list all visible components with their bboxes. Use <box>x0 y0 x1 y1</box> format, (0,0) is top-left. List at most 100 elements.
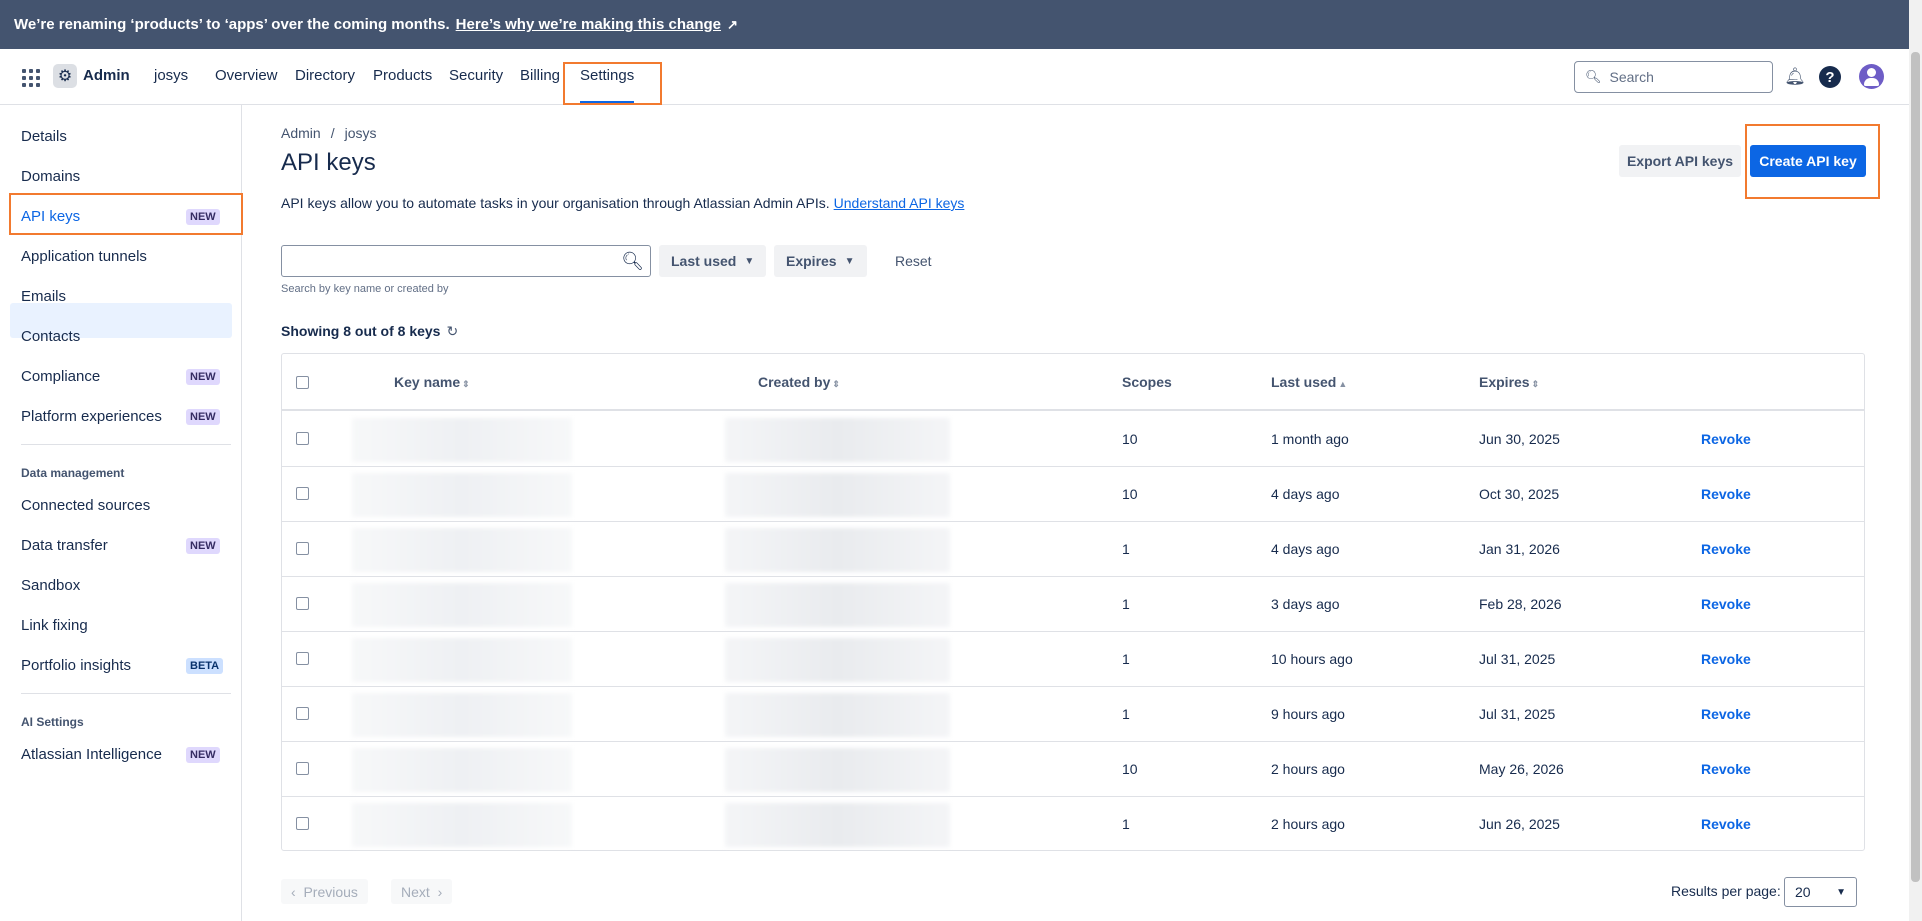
scopes-cell: 1 <box>1122 816 1130 832</box>
last-used-cell: 10 hours ago <box>1271 651 1353 667</box>
sidebar-item-details[interactable]: Details <box>21 128 67 145</box>
row-checkbox[interactable] <box>296 652 309 665</box>
sidebar-item-portfolio-insights[interactable]: Portfolio insights <box>21 657 131 674</box>
key-search-input[interactable]: 🔍︎ <box>281 245 651 277</box>
refresh-icon[interactable]: ↻ <box>446 323 458 339</box>
row-checkbox[interactable] <box>296 432 309 445</box>
revoke-link[interactable]: Revoke <box>1701 816 1751 832</box>
last-used-cell: 2 hours ago <box>1271 761 1345 777</box>
scopes-cell: 1 <box>1122 596 1130 612</box>
expires-filter[interactable]: Expires ▼ <box>774 245 867 277</box>
table-row: 1 10 hours ago Jul 31, 2025 Revoke <box>282 632 1864 687</box>
expires-cell: Jul 31, 2025 <box>1479 706 1556 722</box>
table-row: 10 4 days ago Oct 30, 2025 Revoke <box>282 467 1864 522</box>
sidebar-item-link-fixing[interactable]: Link fixing <box>21 617 88 634</box>
scopes-cell: 10 <box>1122 761 1138 777</box>
beta-badge: BETA <box>186 658 224 674</box>
understand-api-keys-link[interactable]: Understand API keys <box>834 195 965 211</box>
reset-button[interactable]: Reset <box>895 253 932 269</box>
row-checkbox[interactable] <box>296 542 309 555</box>
new-badge: NEW <box>186 538 220 554</box>
last-used-cell: 3 days ago <box>1271 596 1340 612</box>
breadcrumb-admin[interactable]: Admin <box>281 125 321 141</box>
table-row: 1 9 hours ago Jul 31, 2025 Revoke <box>282 687 1864 742</box>
nav-directory[interactable]: Directory <box>295 67 355 84</box>
redacted-key-name <box>352 803 572 847</box>
help-icon[interactable]: ? <box>1819 66 1841 88</box>
chevron-down-icon: ▼ <box>1836 886 1846 898</box>
revoke-link[interactable]: Revoke <box>1701 541 1751 557</box>
last-used-filter[interactable]: Last used ▼ <box>659 245 767 277</box>
results-count-text: Showing 8 out of 8 keys <box>281 323 441 339</box>
row-checkbox[interactable] <box>296 817 309 830</box>
column-expires[interactable]: Expires ⇕ <box>1479 374 1539 390</box>
sidebar-item-compliance[interactable]: Compliance <box>21 368 100 385</box>
revoke-link[interactable]: Revoke <box>1701 761 1751 777</box>
nav-products[interactable]: Products <box>373 67 432 84</box>
nav-billing[interactable]: Billing <box>520 67 560 84</box>
nav-org[interactable]: josys <box>154 67 188 84</box>
admin-label[interactable]: Admin <box>83 67 130 84</box>
sidebar-item-data-transfer[interactable]: Data transfer <box>21 537 108 554</box>
breadcrumb: Admin / josys <box>281 125 377 141</box>
scrollbar-thumb[interactable] <box>1911 52 1920 882</box>
global-search-input[interactable]: 🔍︎ Search <box>1574 61 1773 93</box>
column-last-used[interactable]: Last used ▲ <box>1271 374 1347 390</box>
redacted-created-by <box>725 693 950 737</box>
table-row: 10 2 hours ago May 26, 2026 Revoke <box>282 742 1864 797</box>
new-badge: NEW <box>186 369 220 385</box>
banner-link[interactable]: Here’s why we’re making this change <box>456 16 721 33</box>
row-checkbox[interactable] <box>296 707 309 720</box>
revoke-link[interactable]: Revoke <box>1701 651 1751 667</box>
scopes-cell: 10 <box>1122 486 1138 502</box>
expires-cell: Oct 30, 2025 <box>1479 486 1560 502</box>
row-checkbox[interactable] <box>296 597 309 610</box>
settings-active-indicator <box>580 101 634 103</box>
row-checkbox[interactable] <box>296 762 309 775</box>
nav-overview[interactable]: Overview <box>215 67 278 84</box>
revoke-link[interactable]: Revoke <box>1701 431 1751 447</box>
app-switcher-icon[interactable] <box>20 67 40 87</box>
breadcrumb-org[interactable]: josys <box>345 125 377 141</box>
last-used-cell: 2 hours ago <box>1271 816 1345 832</box>
results-per-page-select[interactable]: 20 ▼ <box>1784 877 1857 907</box>
select-all-checkbox[interactable] <box>296 376 309 389</box>
results-count: Showing 8 out of 8 keys ↻ <box>281 323 458 340</box>
nav-security[interactable]: Security <box>449 67 503 84</box>
revoke-link[interactable]: Revoke <box>1701 596 1751 612</box>
create-api-key-highlight <box>1745 124 1880 199</box>
sidebar-item-application-tunnels[interactable]: Application tunnels <box>21 248 147 265</box>
api-keys-table: Key name ⇕ Created by ⇕ Scopes Last used ▲ … <box>281 353 1865 851</box>
sidebar-item-emails[interactable]: Emails <box>21 288 66 305</box>
sidebar-item-platform-experiences[interactable]: Platform experiences <box>21 408 162 425</box>
last-used-cell: 9 hours ago <box>1271 706 1345 722</box>
column-created-by[interactable]: Created by ⇕ <box>758 374 840 390</box>
column-key-name[interactable]: Key name ⇕ <box>394 374 470 390</box>
avatar[interactable] <box>1859 64 1884 89</box>
external-link-icon: ↗ <box>727 16 738 32</box>
search-icon[interactable]: 🔍︎ <box>621 251 644 272</box>
notification-bell-icon[interactable]: 🔔︎ <box>1784 66 1806 88</box>
sidebar-item-atlassian-intelligence[interactable]: Atlassian Intelligence <box>21 746 162 763</box>
sidebar-item-domains[interactable]: Domains <box>21 168 80 185</box>
redacted-key-name <box>352 583 572 627</box>
sidebar-item-connected-sources[interactable]: Connected sources <box>21 497 150 514</box>
previous-page-button[interactable]: ‹ Previous <box>281 879 368 904</box>
last-used-filter-label: Last used <box>671 253 737 269</box>
table-row: 1 2 hours ago Jun 26, 2025 Revoke <box>282 797 1864 852</box>
data-management-heading: Data management <box>21 466 125 480</box>
table-header: Key name ⇕ Created by ⇕ Scopes Last used ▲ … <box>282 354 1864 411</box>
expires-filter-label: Expires <box>786 253 837 269</box>
revoke-link[interactable]: Revoke <box>1701 706 1751 722</box>
chevron-down-icon: ▼ <box>744 255 755 267</box>
table-row: 10 1 month ago Jun 30, 2025 Revoke <box>282 412 1864 467</box>
export-api-keys-button[interactable]: Export API keys <box>1619 145 1741 177</box>
redacted-key-name <box>352 693 572 737</box>
sidebar-item-sandbox[interactable]: Sandbox <box>21 577 80 594</box>
scopes-cell: 1 <box>1122 541 1130 557</box>
row-checkbox[interactable] <box>296 487 309 500</box>
revoke-link[interactable]: Revoke <box>1701 486 1751 502</box>
redacted-created-by <box>725 418 950 462</box>
next-page-button[interactable]: Next › <box>391 879 453 904</box>
sidebar-item-contacts[interactable]: Contacts <box>21 328 80 345</box>
